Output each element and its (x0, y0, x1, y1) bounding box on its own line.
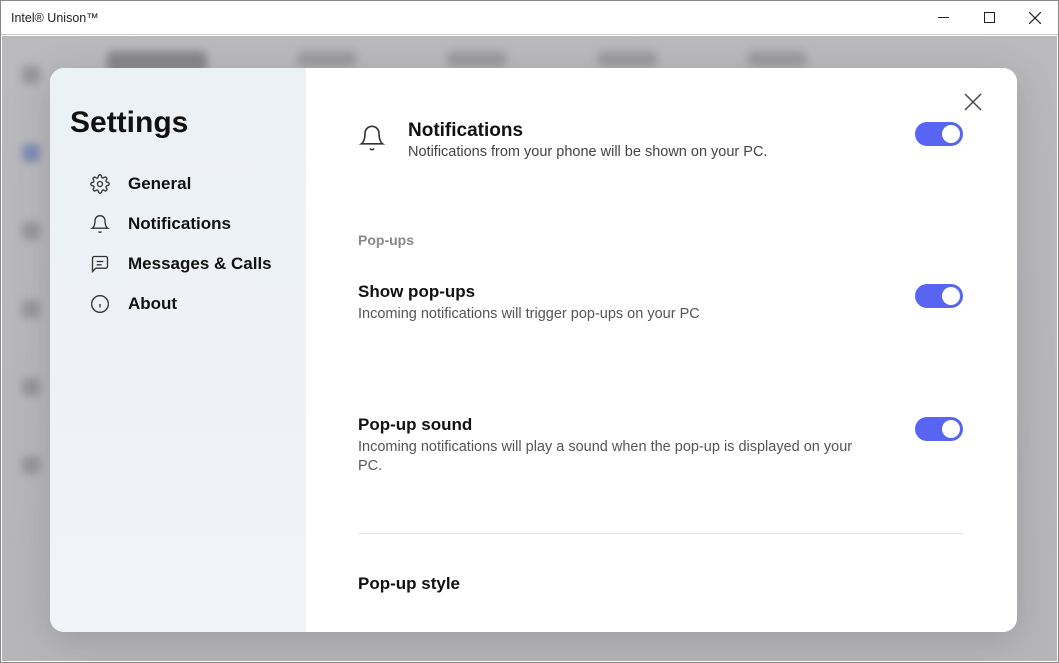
settings-title: Settings (50, 106, 306, 164)
bell-icon (90, 214, 110, 234)
minimize-button[interactable] (920, 1, 966, 35)
window-controls (920, 1, 1058, 35)
panel-header-title: Notifications (408, 120, 893, 142)
sidebar-item-label: Messages & Calls (128, 254, 272, 274)
sidebar-item-notifications[interactable]: Notifications (50, 204, 306, 244)
setting-row-show-popups: Show pop-ups Incoming notifications will… (358, 282, 963, 325)
settings-panel: Notifications Notifications from your ph… (306, 68, 1017, 632)
sidebar-item-label: General (128, 174, 191, 194)
maximize-button[interactable] (966, 1, 1012, 35)
sidebar-item-about[interactable]: About (50, 284, 306, 324)
gear-icon (90, 174, 110, 194)
settings-sidebar: Settings General Notifications Messages … (50, 68, 306, 632)
setting-title: Pop-up style (358, 574, 963, 594)
section-label-popups: Pop-ups (358, 232, 963, 248)
notifications-header: Notifications Notifications from your ph… (358, 120, 963, 160)
setting-row-popup-sound: Pop-up sound Incoming notifications will… (358, 415, 963, 477)
sidebar-item-general[interactable]: General (50, 164, 306, 204)
titlebar: Intel® Unison™ (1, 1, 1058, 35)
panel-header-desc: Notifications from your phone will be sh… (408, 144, 893, 160)
window-title: Intel® Unison™ (11, 11, 99, 25)
setting-title: Pop-up sound (358, 415, 855, 435)
message-icon (90, 254, 110, 274)
setting-desc: Incoming notifications will play a sound… (358, 438, 855, 477)
show-popups-toggle[interactable] (915, 284, 963, 308)
notifications-toggle[interactable] (915, 122, 963, 146)
sidebar-item-messages[interactable]: Messages & Calls (50, 244, 306, 284)
sidebar-item-label: About (128, 294, 177, 314)
divider (358, 533, 963, 534)
setting-row-popup-style: Pop-up style (358, 574, 963, 594)
popup-sound-toggle[interactable] (915, 417, 963, 441)
settings-modal: Settings General Notifications Messages … (50, 68, 1017, 632)
setting-desc: Incoming notifications will trigger pop-… (358, 305, 855, 325)
close-window-button[interactable] (1012, 1, 1058, 35)
setting-title: Show pop-ups (358, 282, 855, 302)
sidebar-item-label: Notifications (128, 214, 231, 234)
close-modal-button[interactable] (959, 88, 987, 116)
info-icon (90, 294, 110, 314)
bell-icon (358, 124, 386, 152)
